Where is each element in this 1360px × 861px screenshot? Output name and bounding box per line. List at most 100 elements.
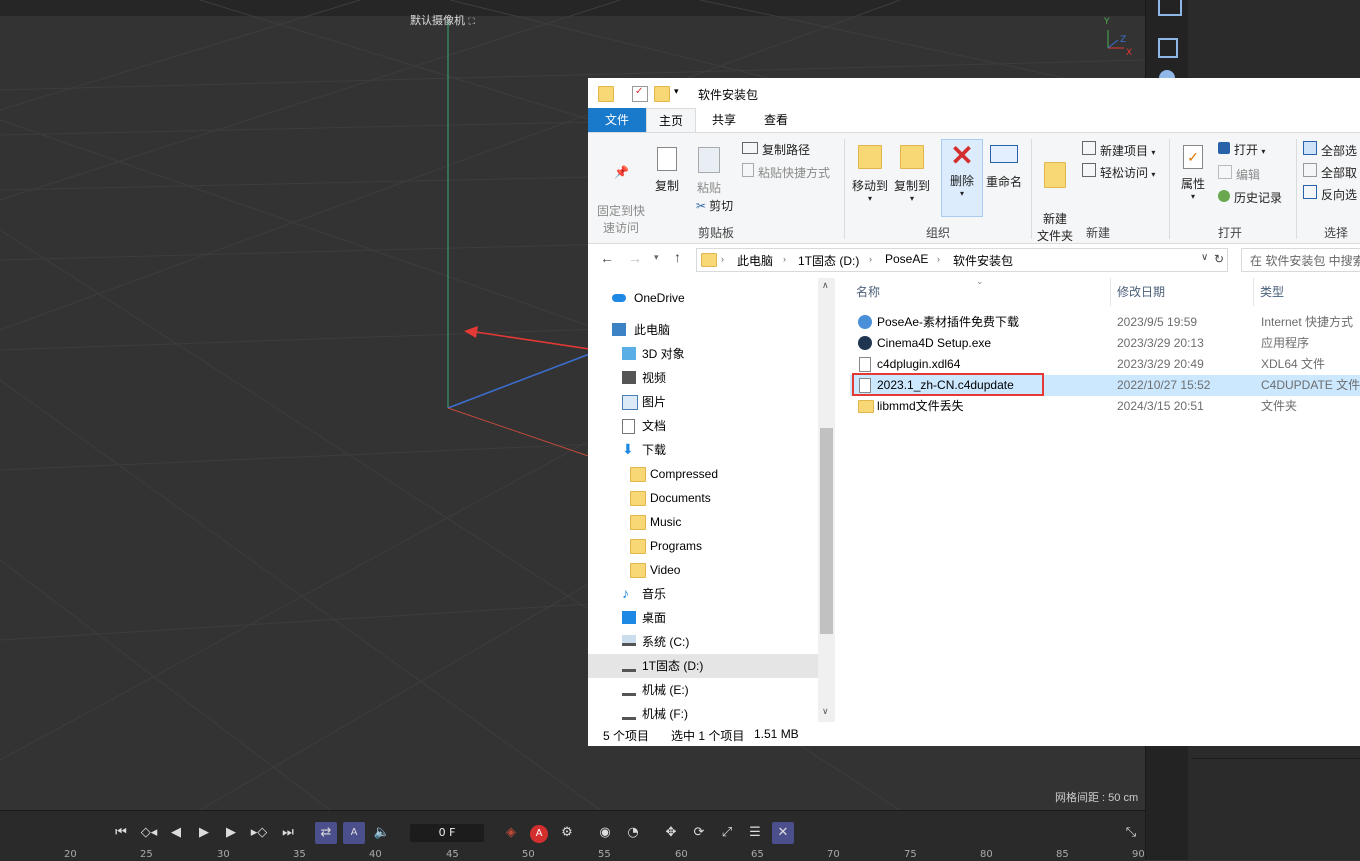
move-to-button[interactable]: 移动到 ▾ xyxy=(850,145,890,203)
key-settings-icon[interactable]: ⚙ xyxy=(556,822,578,844)
invert-selection-button[interactable]: 反向选 xyxy=(1303,185,1357,203)
square-view-icon[interactable] xyxy=(1158,38,1178,58)
x-axis-label: X xyxy=(1126,48,1132,58)
scroll-thumb[interactable] xyxy=(820,428,833,634)
address-dropdown-icon[interactable]: ∨ xyxy=(1201,252,1208,263)
go-to-end-icon[interactable]: ⏭ xyxy=(277,822,299,844)
breadcrumb-poseae[interactable]: PoseAE xyxy=(885,252,928,266)
copy-to-button[interactable]: 复制到 ▾ xyxy=(892,145,932,203)
move-key-icon[interactable]: ✥ xyxy=(660,822,682,844)
properties-quick-icon[interactable]: ✓ xyxy=(632,86,648,102)
select-none-button[interactable]: 全部取 xyxy=(1303,163,1357,181)
breadcrumb-drive-d[interactable]: 1T固态 (D:) xyxy=(798,252,859,269)
rename-button[interactable]: 重命名 xyxy=(984,145,1024,190)
copy-button[interactable]: 复制 xyxy=(652,147,682,194)
camera-label[interactable]: 默认摄像机 ⛶ xyxy=(410,12,475,28)
frame-field[interactable]: 0 F xyxy=(410,824,484,842)
scroll-down-icon[interactable]: ∨ xyxy=(822,706,829,717)
tab-share[interactable]: 共享 xyxy=(700,108,748,132)
properties-button[interactable]: ✓ 属性 ▾ xyxy=(1176,145,1210,201)
autokey-icon[interactable]: A xyxy=(530,825,548,843)
column-divider[interactable] xyxy=(1253,278,1254,306)
title-bar[interactable]: ✓ ▾ 软件安装包 xyxy=(588,78,1360,108)
tab-home[interactable]: 主页 xyxy=(646,108,697,133)
timeline-expand-icon[interactable]: ⤡ xyxy=(1120,822,1142,844)
column-divider[interactable] xyxy=(1110,278,1111,306)
cut-button[interactable]: ✂ 剪切 xyxy=(696,197,733,214)
delete-button[interactable]: ✕ 删除 ▾ xyxy=(941,139,983,217)
nav-item-this-pc[interactable]: 此电脑 xyxy=(588,318,818,342)
loop-icon[interactable]: ⇄ xyxy=(315,822,337,844)
paste-shortcut-button[interactable]: 粘贴快捷方式 xyxy=(742,163,830,181)
record-keys-icon[interactable]: ◈ xyxy=(500,822,522,844)
scale-key-icon[interactable]: ⤢ xyxy=(716,822,738,844)
pictures-icon xyxy=(622,395,638,410)
parameter-key-icon[interactable]: ☰ xyxy=(744,822,766,844)
up-arrow-icon[interactable]: ↑ xyxy=(674,249,681,265)
address-field[interactable]: › 此电脑 › 1T固态 (D:) › PoseAE › 软件安装包 ∨ xyxy=(696,248,1228,272)
file-row[interactable]: PoseAe-素材插件免费下载 2023/9/5 19:59 Internet … xyxy=(850,312,1360,333)
play-icon[interactable]: ▶ xyxy=(193,822,215,844)
nav-item-pictures[interactable]: 图片 xyxy=(588,390,818,414)
history-button[interactable]: 历史记录 xyxy=(1218,189,1282,206)
previous-frame-icon[interactable]: ◀ xyxy=(165,822,187,844)
paste-button[interactable]: 粘贴 xyxy=(694,147,724,196)
nav-item-video-folder[interactable]: Video xyxy=(588,558,818,582)
previous-key-icon[interactable]: ◇◂ xyxy=(138,822,160,844)
nav-item-programs[interactable]: Programs xyxy=(588,534,818,558)
new-folder-button[interactable]: 新建 文件夹 xyxy=(1035,145,1075,245)
rotate-view-icon[interactable] xyxy=(1158,0,1182,16)
breadcrumb-this-pc[interactable]: 此电脑 xyxy=(737,252,773,269)
nav-item-music-folder[interactable]: Music xyxy=(588,510,818,534)
next-frame-icon[interactable]: ▶ xyxy=(220,822,242,844)
nav-item-downloads[interactable]: ⬇ 下载 xyxy=(588,438,818,462)
mouse-icon[interactable]: ◉ xyxy=(594,822,616,844)
copy-path-button[interactable]: 复制路径 xyxy=(742,141,810,158)
nav-item-drive-e[interactable]: 机械 (E:) xyxy=(588,678,818,702)
search-input[interactable]: 在 软件安装包 中搜索 xyxy=(1241,248,1360,272)
nav-item-desktop[interactable]: 桌面 xyxy=(588,606,818,630)
select-all-button[interactable]: 全部选 xyxy=(1303,141,1357,159)
column-name-header[interactable]: 名称 xyxy=(856,283,880,300)
folder-icon xyxy=(858,400,874,413)
nav-item-music[interactable]: ♪ 音乐 xyxy=(588,582,818,606)
nav-item-documents-folder[interactable]: Documents xyxy=(588,486,818,510)
pla-key-icon[interactable]: ✕ xyxy=(772,822,794,844)
pin-quick-access-button[interactable]: 📌 固定到快 速访问 xyxy=(596,147,646,237)
tab-view[interactable]: 查看 xyxy=(752,108,800,132)
tab-file[interactable]: 文件 xyxy=(588,108,646,132)
nav-item-onedrive[interactable]: OneDrive xyxy=(588,286,818,310)
column-date-header[interactable]: 修改日期 xyxy=(1117,283,1165,300)
new-folder-quick-icon[interactable] xyxy=(654,86,670,102)
back-arrow-icon[interactable]: ← xyxy=(600,250,614,266)
timeline-ruler[interactable]: 20 25 30 35 40 45 50 55 60 65 70 75 80 8… xyxy=(0,849,1145,861)
new-item-button[interactable]: 新建项目 ▾ xyxy=(1082,141,1155,159)
rotate-key-icon[interactable]: ⟳ xyxy=(688,822,710,844)
nav-item-video[interactable]: 视频 xyxy=(588,366,818,390)
breadcrumb-current[interactable]: 软件安装包 xyxy=(953,252,1013,269)
file-row[interactable]: libmmd文件丢失 2024/3/15 20:51 文件夹 xyxy=(850,396,1360,417)
next-key-icon[interactable]: ▸◇ xyxy=(248,822,270,844)
file-row[interactable]: Cinema4D Setup.exe 2023/3/29 20:13 应用程序 xyxy=(850,333,1360,354)
speed-icon[interactable]: ◔ xyxy=(622,822,644,844)
autokey-mode-icon[interactable]: A xyxy=(343,822,365,844)
nav-item-drive-c[interactable]: 系统 (C:) xyxy=(588,630,818,654)
scroll-up-icon[interactable]: ∧ xyxy=(822,280,829,291)
customize-toolbar-icon[interactable]: ▾ xyxy=(674,86,688,100)
column-type-header[interactable]: 类型 xyxy=(1260,283,1284,300)
cube-view-icon[interactable] xyxy=(1159,70,1175,78)
edit-button[interactable]: 编辑 xyxy=(1218,165,1260,183)
recent-locations-icon[interactable]: ▾ xyxy=(654,252,659,263)
nav-item-compressed[interactable]: Compressed xyxy=(588,462,818,486)
go-to-start-icon[interactable]: ⏮ xyxy=(110,822,132,844)
nav-item-drive-d[interactable]: 1T固态 (D:) xyxy=(588,654,818,678)
file-row[interactable]: c4dplugin.xdl64 2023/3/29 20:49 XDL64 文件 xyxy=(850,354,1360,375)
easy-access-button[interactable]: 轻松访问 ▾ xyxy=(1082,163,1155,181)
nav-item-documents[interactable]: 文档 xyxy=(588,414,818,438)
refresh-icon[interactable]: ↻ xyxy=(1214,252,1224,266)
nav-scrollbar[interactable]: ∧ ∨ xyxy=(818,278,835,722)
sound-icon[interactable]: 🔈 xyxy=(371,822,393,844)
open-button[interactable]: 打开 ▾ xyxy=(1218,141,1265,158)
nav-item-3d-objects[interactable]: 3D 对象 xyxy=(588,342,818,366)
forward-arrow-icon[interactable]: → xyxy=(628,250,642,266)
